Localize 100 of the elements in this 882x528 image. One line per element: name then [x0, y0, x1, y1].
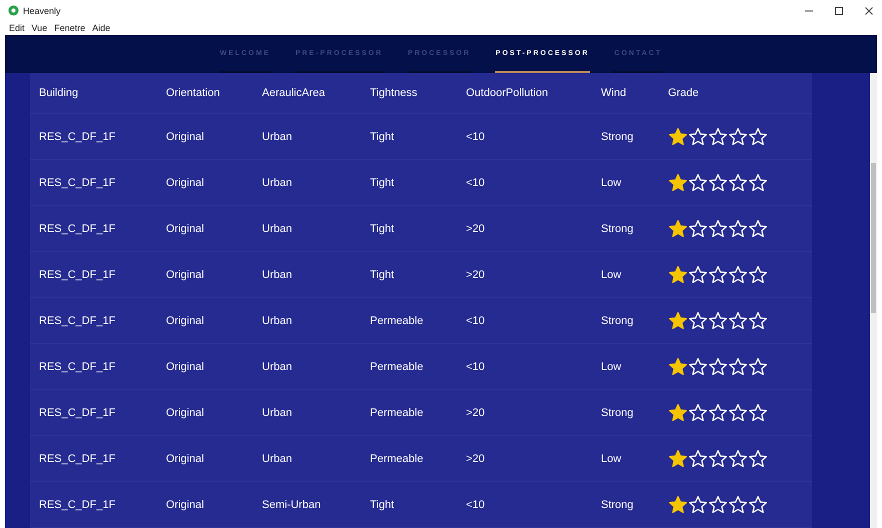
empty-star-icon [708, 494, 728, 514]
menu-item[interactable]: Edit [9, 23, 25, 34]
table-cell-text: RES_C_DF_1F [39, 452, 116, 464]
table-cell-text: Original [166, 314, 205, 326]
table-cell-text: <10 [466, 314, 486, 326]
table-cell-text: Tight [370, 176, 396, 188]
table-cell-text: Strong [601, 222, 634, 234]
table-cell-text: Permeable [370, 406, 424, 418]
scrollbar[interactable] [870, 73, 877, 528]
table-cell-text: Urban [262, 314, 293, 326]
window-title: Heavenly [23, 6, 61, 16]
table-cell-text: >20 [466, 268, 486, 280]
table-cell-text: Tight [370, 268, 396, 280]
table-cell-text: Urban [262, 406, 293, 418]
table-cell-text: >20 [466, 222, 486, 234]
filled-star-icon [668, 172, 688, 192]
table-cell-text: Original [166, 360, 205, 372]
empty-star-icon [708, 218, 728, 238]
column-header: Grade [668, 87, 700, 99]
table-cell-text: Low [601, 452, 622, 464]
table-cell-text: Tight [370, 498, 396, 510]
column-header: Orientation [166, 87, 221, 99]
table-cell-text: <10 [466, 360, 486, 372]
filled-star-icon [668, 310, 688, 330]
table-cell-text: Low [601, 360, 622, 372]
column-header: OutdoorPollution [466, 87, 549, 99]
menu-item[interactable]: Fenetre [54, 23, 86, 34]
empty-star-icon [748, 264, 768, 284]
table-cell-text: RES_C_DF_1F [39, 176, 116, 188]
empty-star-icon [708, 356, 728, 376]
table-cell-text: Semi-Urban [262, 498, 322, 510]
table-cell-text: Urban [262, 360, 293, 372]
table-cell-text: Tight [370, 222, 396, 234]
empty-star-icon [748, 126, 768, 146]
filled-star-icon [668, 448, 688, 468]
table-cell-text: RES_C_DF_1F [39, 360, 116, 372]
table-cell-text: Urban [262, 268, 293, 280]
column-header: Tightness [370, 87, 418, 99]
table-cell-text: Permeable [370, 452, 424, 464]
filled-star-icon [668, 356, 688, 376]
table-cell-text: Strong [601, 498, 634, 510]
table-cell-text: Permeable [370, 314, 424, 326]
column-header: Wind [601, 87, 628, 99]
empty-star-icon [748, 310, 768, 330]
menu-item[interactable]: Vue [32, 23, 48, 34]
empty-star-icon [728, 126, 748, 146]
empty-star-icon [748, 402, 768, 422]
empty-star-icon [728, 448, 748, 468]
table-cell-text: Strong [601, 406, 634, 418]
column-header: AeraulicArea [262, 87, 326, 99]
empty-star-icon [708, 172, 728, 192]
table-cell-text: RES_C_DF_1F [39, 406, 116, 418]
table-cell-text: Original [166, 406, 205, 418]
table-cell-text: Original [166, 452, 205, 464]
maximize-icon[interactable] [834, 6, 844, 16]
filled-star-icon [668, 264, 688, 284]
table-cell-text: >20 [466, 452, 486, 464]
table-cell-text: Urban [262, 452, 293, 464]
table-cell-text: <10 [466, 130, 486, 142]
column-header: Building [39, 87, 80, 99]
empty-star-icon [728, 356, 748, 376]
table-cell-text: Original [166, 268, 205, 280]
filled-star-icon [668, 218, 688, 238]
empty-star-icon [708, 126, 728, 146]
empty-star-icon [728, 172, 748, 192]
table-cell-text: Urban [262, 130, 293, 142]
table-cell-text: Strong [601, 314, 634, 326]
filled-star-icon [668, 494, 688, 514]
menu-item[interactable]: Aide [92, 23, 110, 34]
empty-star-icon [748, 494, 768, 514]
close-icon[interactable] [864, 6, 874, 16]
empty-star-icon [748, 218, 768, 238]
filled-star-icon [668, 402, 688, 422]
empty-star-icon [728, 218, 748, 238]
table-cell-text: <10 [466, 176, 486, 188]
table-cell-text: Original [166, 130, 205, 142]
empty-star-icon [748, 172, 768, 192]
table-cell-text: Low [601, 176, 622, 188]
empty-star-icon [728, 494, 748, 514]
table-cell-text: Original [166, 498, 205, 510]
empty-star-icon [748, 448, 768, 468]
filled-star-icon [668, 126, 688, 146]
table-cell-text: Original [166, 176, 205, 188]
table-cell-text: Urban [262, 222, 293, 234]
empty-star-icon [728, 310, 748, 330]
table-cell-text: >20 [466, 406, 486, 418]
empty-star-icon [728, 402, 748, 422]
app-icon [8, 5, 19, 16]
table-cell-text: Urban [262, 176, 293, 188]
empty-star-icon [708, 402, 728, 422]
empty-star-icon [708, 264, 728, 284]
table-cell-text: RES_C_DF_1F [39, 130, 116, 142]
table-cell-text: Tight [370, 130, 396, 142]
table-cell-text: Permeable [370, 360, 424, 372]
empty-star-icon [728, 264, 748, 284]
empty-star-icon [708, 448, 728, 468]
table-cell-text: RES_C_DF_1F [39, 268, 116, 280]
table-cell-text: Low [601, 268, 622, 280]
table-cell-text: Original [166, 222, 205, 234]
empty-star-icon [748, 356, 768, 376]
